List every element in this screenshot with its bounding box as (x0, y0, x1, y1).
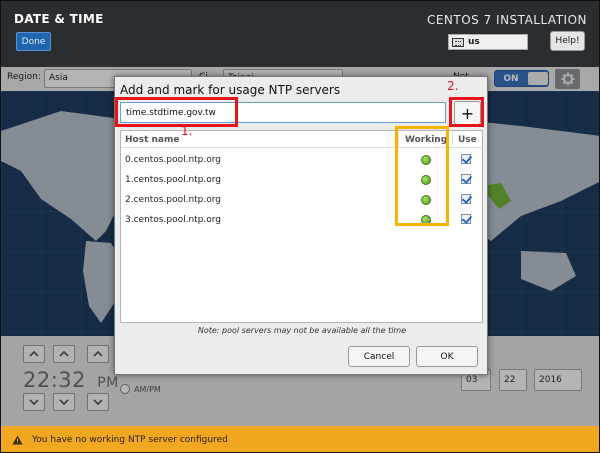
column-divider (452, 133, 453, 146)
use-checkbox[interactable] (461, 214, 471, 224)
annotation-box-working (395, 126, 449, 226)
installer-window: DATE & TIME Done CENTOS 7 INSTALLATION u… (0, 0, 600, 453)
cancel-button[interactable]: Cancel (348, 346, 410, 367)
install-title: CENTOS 7 INSTALLATION (426, 13, 587, 27)
warning-bar: You have no working NTP server configure… (1, 426, 599, 452)
annotation-step-1: 1. (181, 124, 193, 138)
use-checkbox[interactable] (461, 154, 471, 164)
header-bar: DATE & TIME Done CENTOS 7 INSTALLATION u… (1, 1, 599, 67)
keyboard-layout-label: us (468, 37, 480, 47)
keyboard-icon (452, 37, 464, 47)
screen-title: DATE & TIME (14, 12, 104, 26)
warning-text: You have no working NTP server configure… (32, 435, 228, 445)
annotation-box-add (449, 97, 484, 127)
warning-icon (12, 435, 23, 445)
server-host: 2.centos.pool.ntp.org (125, 195, 222, 205)
help-button[interactable]: Help! (550, 31, 585, 51)
use-checkbox[interactable] (461, 174, 471, 184)
server-host: 0.centos.pool.ntp.org (125, 155, 222, 165)
annotation-box-input (115, 97, 238, 127)
server-host: 3.centos.pool.ntp.org (125, 215, 222, 225)
column-header-host[interactable]: Host name (125, 135, 179, 145)
dialog-title: Add and mark for usage NTP servers (120, 83, 341, 97)
pool-note: Note: pool servers may not be available … (197, 326, 407, 335)
done-button[interactable]: Done (16, 32, 51, 51)
server-host: 1.centos.pool.ntp.org (125, 175, 222, 185)
column-header-use[interactable]: Use (458, 135, 477, 145)
ok-button[interactable]: OK (416, 346, 478, 367)
keyboard-layout-indicator[interactable]: us (448, 34, 528, 50)
use-checkbox[interactable] (461, 194, 471, 204)
annotation-step-2: 2. (447, 79, 459, 93)
